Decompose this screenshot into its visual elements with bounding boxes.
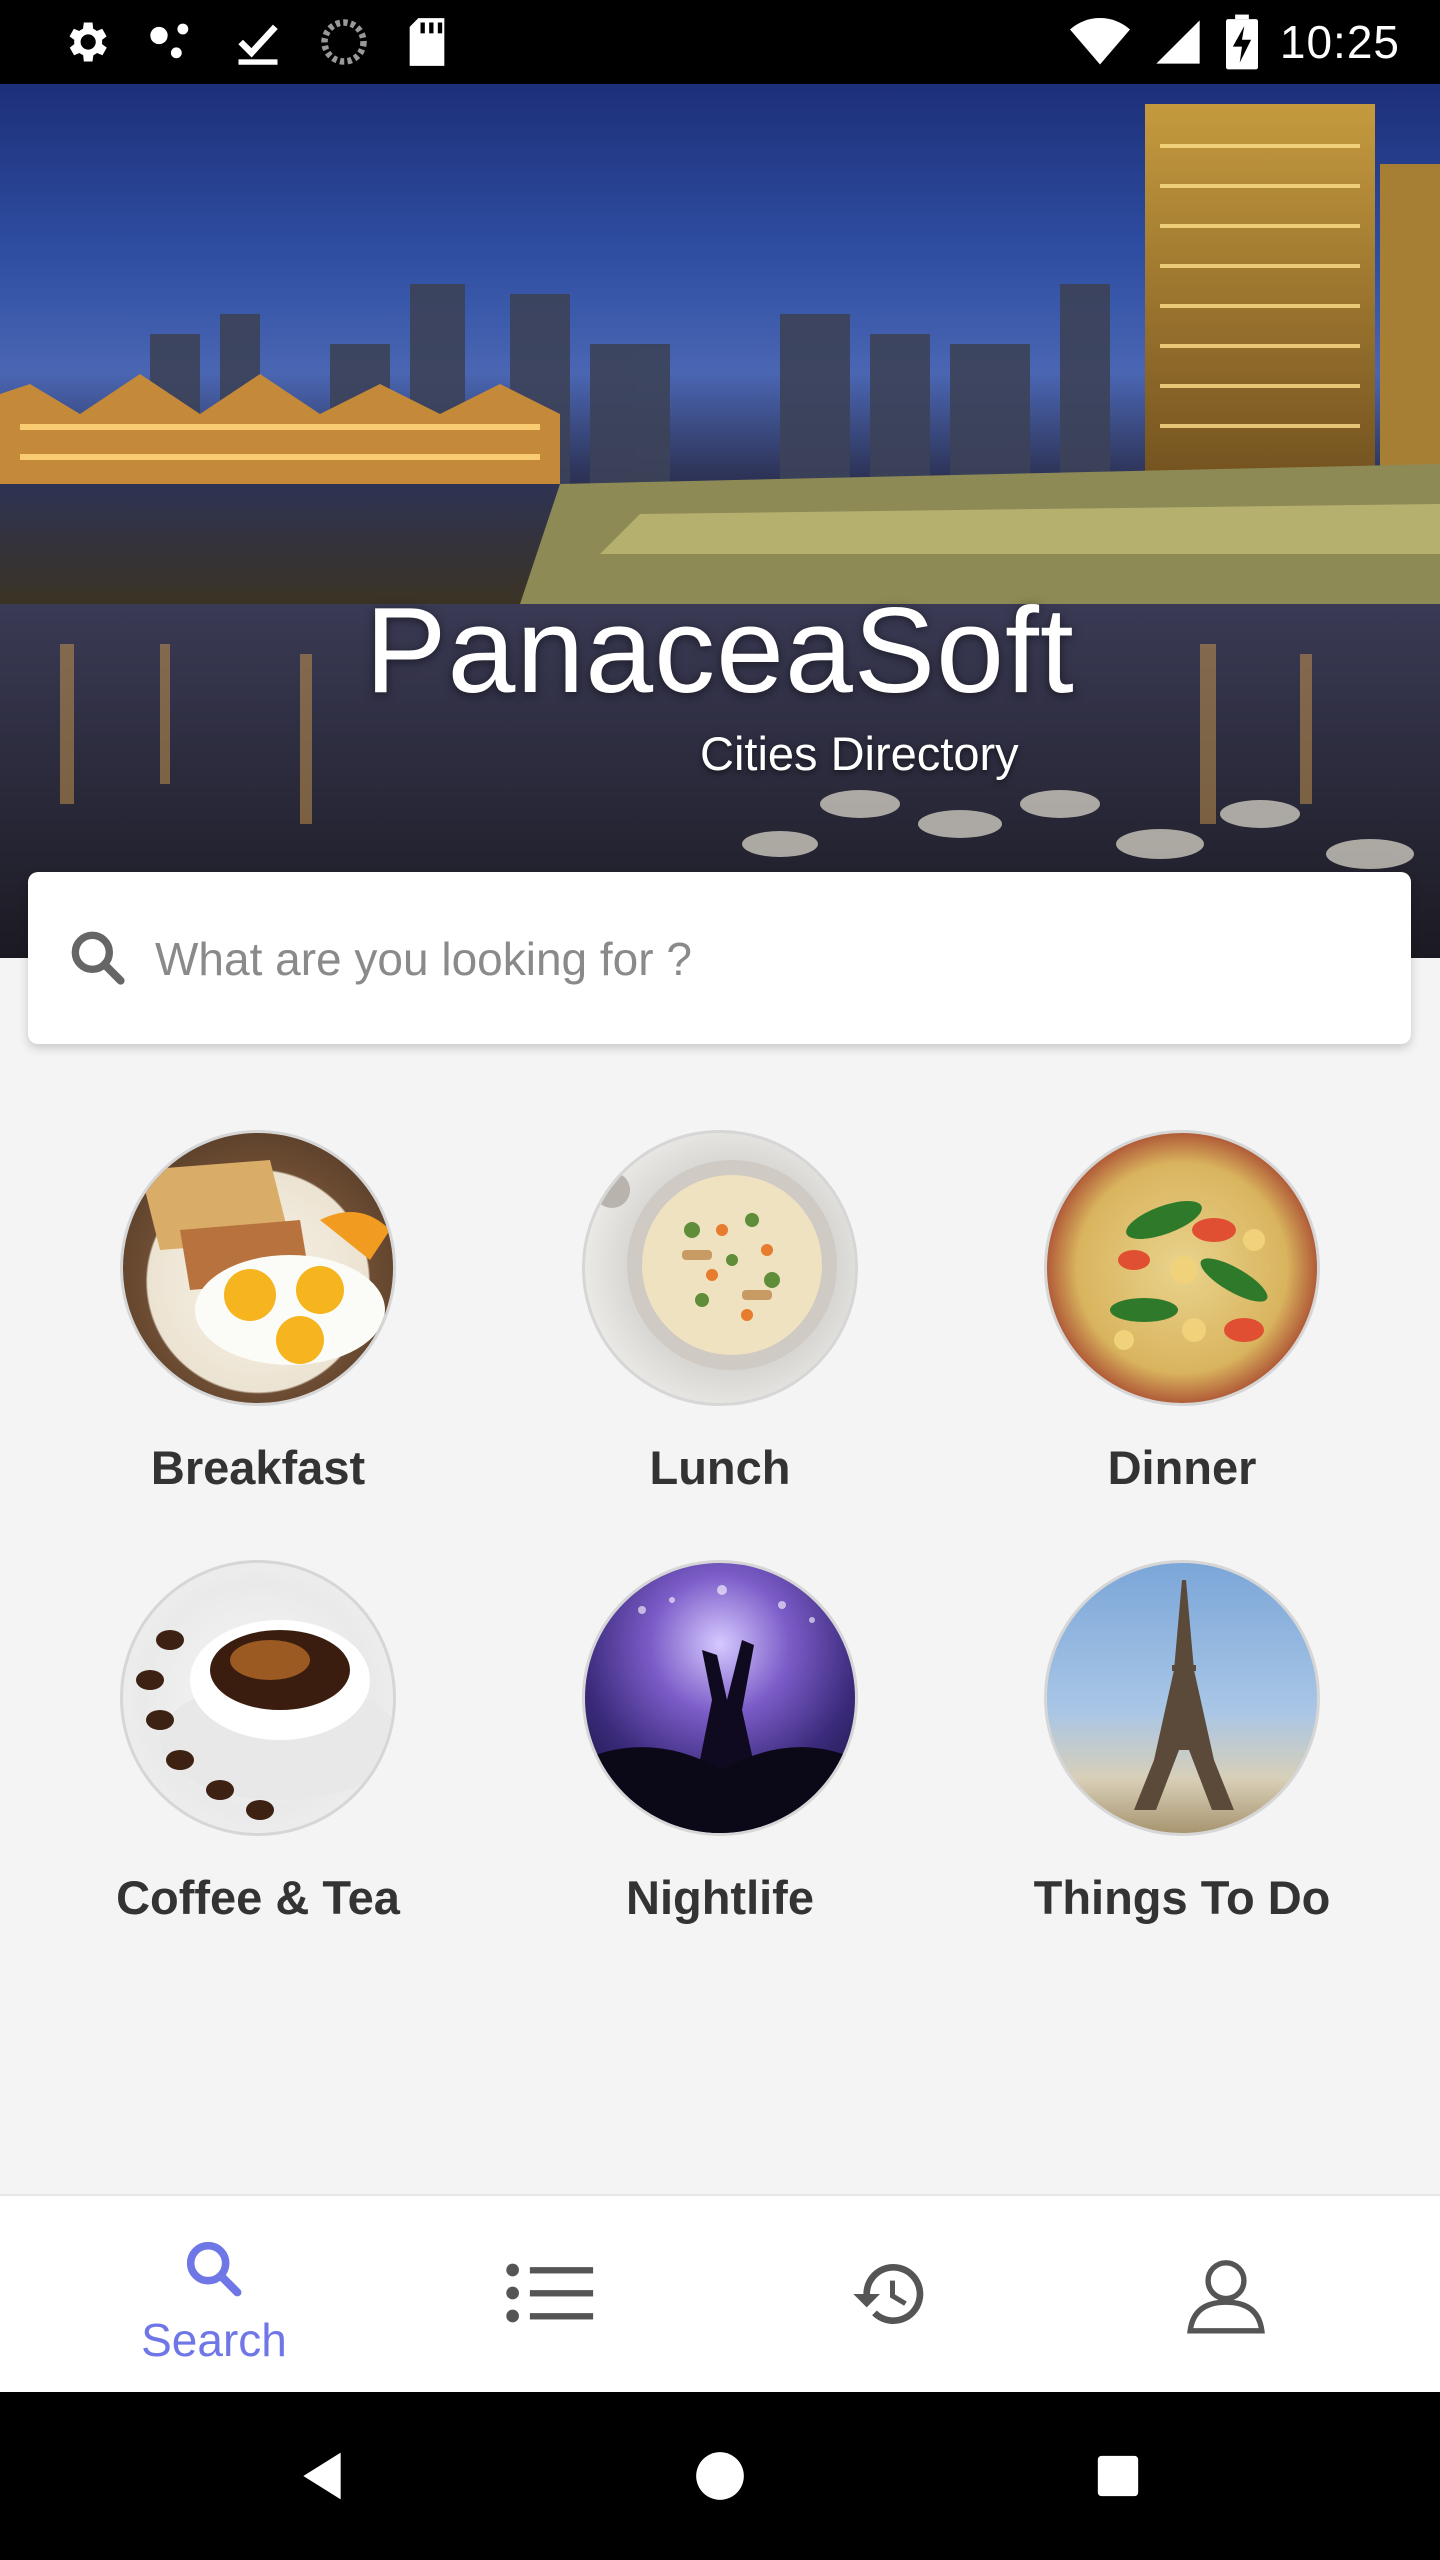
nav-search[interactable]: Search (64, 2196, 364, 2394)
system-navigation-bar (0, 2392, 1440, 2560)
nav-history[interactable] (740, 2196, 1040, 2394)
nav-list[interactable] (400, 2196, 700, 2394)
status-bar: 10:25 (0, 0, 1440, 84)
category-label: Lunch (649, 1441, 791, 1494)
wifi-icon (1069, 18, 1130, 65)
clock: 10:25 (1279, 16, 1400, 68)
signal-icon (1156, 20, 1200, 64)
check-download-icon (238, 24, 278, 65)
dinner-image (1044, 1130, 1320, 1406)
profile-icon (1187, 2260, 1265, 2334)
coffee-image (120, 1560, 396, 1836)
app-subtitle: Cities Directory (700, 727, 1019, 780)
sd-card-icon (409, 18, 445, 66)
lunch-image (582, 1130, 858, 1406)
history-icon (853, 2264, 924, 2324)
category-label: Things To Do (1033, 1871, 1331, 1924)
bottom-navigation: Search (0, 2194, 1440, 2394)
settings-icon (69, 22, 107, 62)
search-icon (71, 931, 125, 985)
dots-icon (150, 23, 189, 59)
nav-profile[interactable] (1076, 2196, 1376, 2394)
status-left-icons (60, 14, 450, 70)
nightlife-image (582, 1560, 858, 1836)
battery-charging-icon (1225, 14, 1258, 70)
category-breakfast[interactable]: Breakfast (58, 1130, 458, 1495)
category-nightlife[interactable]: Nightlife (520, 1560, 920, 1925)
search-input[interactable] (153, 910, 1357, 1008)
category-coffee-tea[interactable]: Coffee & Tea (58, 1560, 458, 1925)
home-icon[interactable] (694, 2450, 746, 2502)
category-things-to-do[interactable]: Things To Do (982, 1560, 1382, 1925)
city-skyline-image (0, 104, 1440, 958)
breakfast-image (120, 1130, 396, 1406)
category-label: Coffee & Tea (116, 1871, 400, 1924)
category-label: Dinner (1107, 1441, 1257, 1494)
nav-search-label: Search (141, 2314, 287, 2366)
recents-icon[interactable] (1096, 2454, 1140, 2498)
back-icon[interactable] (298, 2448, 346, 2504)
list-icon (506, 2263, 594, 2323)
category-label: Breakfast (150, 1441, 366, 1494)
category-label: Nightlife (626, 1871, 814, 1924)
category-dinner[interactable]: Dinner (982, 1130, 1382, 1495)
search-icon (186, 2241, 242, 2297)
hero-banner: PanaceaSoft Cities Directory (0, 84, 1440, 958)
status-right-icons: 10:25 (1069, 14, 1400, 70)
eiffel-tower-image (1044, 1560, 1320, 1836)
app-title: PanaceaSoft (365, 582, 1075, 718)
category-lunch[interactable]: Lunch (520, 1130, 920, 1495)
search-bar[interactable] (28, 872, 1411, 1044)
circle-progress-icon (321, 19, 367, 65)
